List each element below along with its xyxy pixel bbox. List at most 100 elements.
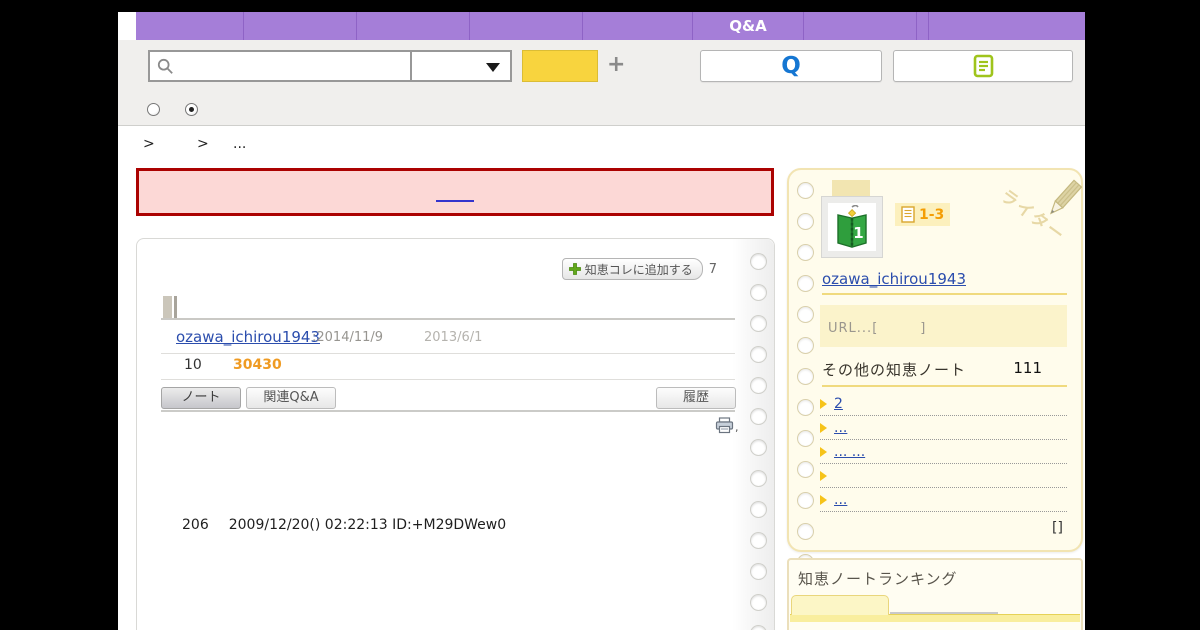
nav-item-3[interactable] (357, 12, 470, 40)
other-notes-row: その他の知恵ノート 111 (789, 359, 1085, 379)
other-notes-count: 111 (1013, 359, 1042, 377)
search-icon (157, 58, 173, 74)
ring-hole (750, 532, 767, 549)
tab-note[interactable]: ノート (161, 387, 241, 409)
ring-hole (797, 430, 814, 447)
ring-hole (750, 563, 767, 580)
green-notebook-icon: 1 (837, 205, 867, 248)
radio-option-1[interactable] (147, 103, 160, 116)
arrow-right-icon (820, 471, 827, 481)
ranking-title: 知恵ノートランキング (798, 570, 958, 588)
note-link[interactable]: 2 (834, 396, 843, 412)
title-bar-icon (174, 296, 177, 318)
ring-hole (797, 492, 814, 509)
list-item: ... (820, 488, 1067, 512)
breadcrumb-separator: > (143, 136, 155, 152)
ring-hole (797, 337, 814, 354)
page-frame: Q&A + Q > > ... 知恵コレに追加する 7 ozawa_ichiro… (118, 12, 1085, 630)
ring-hole (750, 501, 767, 518)
ring-hole (797, 244, 814, 261)
ring-hole (797, 399, 814, 416)
writer-profile-card: 1 1-3 ライター ozawa_ichirou1943 URL...[] そ… (787, 168, 1085, 571)
nav-item-qa[interactable]: Q&A (693, 12, 804, 40)
ring-hole (750, 315, 767, 332)
ring-hole (797, 306, 814, 323)
other-notes-label: その他の知恵ノート (822, 361, 967, 379)
nav-item-8[interactable] (917, 12, 929, 40)
nav-item-7[interactable] (804, 12, 917, 40)
note-range-label: 1-3 (919, 206, 945, 223)
ring-hole (797, 182, 814, 199)
post-line: 206 2009/12/20() 02:22:13 ID:+M29DWew0 (182, 517, 506, 533)
ring-hole (750, 470, 767, 487)
ranking-box: 知恵ノートランキング (787, 558, 1083, 630)
q-logo-icon: Q (781, 53, 801, 79)
list-item: ... ... (820, 440, 1067, 464)
stat-left: 10 (184, 357, 202, 373)
add-to-collection-button[interactable]: 知恵コレに追加する (561, 258, 703, 280)
breadcrumb: > > ... (118, 136, 758, 156)
book-number: 1 (853, 224, 863, 242)
collection-count: 7 (708, 261, 717, 277)
list-item (820, 464, 1067, 488)
arrow-right-icon (820, 447, 827, 457)
tab-history[interactable]: 履歴 (656, 387, 736, 409)
ring-hole (797, 275, 814, 292)
list-item: ... (820, 416, 1067, 440)
chevron-down-icon (486, 63, 500, 72)
ring-hole (797, 461, 814, 478)
nav-item-1[interactable] (136, 12, 244, 40)
nav-item-4[interactable] (470, 12, 583, 40)
divider (822, 293, 1067, 295)
top-nav: Q&A (136, 12, 1085, 40)
ring-hole (750, 594, 767, 611)
url-field-text: URL...[ ] (828, 320, 927, 336)
alert-link[interactable] (436, 197, 474, 202)
note-range-badge: 1-3 (895, 203, 951, 226)
search-input-area[interactable] (150, 52, 410, 80)
ring-hole (750, 439, 767, 456)
footer-brackets: [] (1052, 520, 1063, 536)
breadcrumb-separator: > (197, 136, 209, 152)
post-number: 206 (182, 517, 209, 533)
plus-button[interactable]: + (607, 52, 625, 78)
arrow-right-icon (820, 399, 827, 409)
print-button[interactable]: , (715, 417, 739, 434)
author-link[interactable]: ozawa_ichirou1943 (176, 328, 320, 346)
search-input[interactable] (179, 57, 410, 75)
printer-icon (715, 417, 734, 434)
nav-item-9[interactable] (929, 12, 1085, 40)
note-icon (973, 54, 993, 78)
add-to-collection-label: 知恵コレに追加する (584, 262, 693, 277)
note-section-button[interactable] (893, 50, 1073, 82)
divider (161, 410, 735, 412)
tape-decoration (832, 180, 870, 197)
note-link[interactable]: ... ... (834, 444, 865, 460)
post-meta: 2009/12/20() 02:22:13 ID:+M29DWew0 (228, 517, 507, 533)
created-date: 2013/6/1 (424, 330, 483, 345)
ranking-active-tab[interactable] (791, 595, 889, 615)
title-bar-icon (163, 296, 172, 318)
search-box (148, 50, 512, 82)
arrow-right-icon (820, 423, 827, 433)
qa-section-button[interactable]: Q (700, 50, 882, 82)
divider (161, 318, 735, 320)
radio-option-2[interactable] (185, 103, 198, 116)
other-notes-list: 2 ... ... ... ... (820, 392, 1067, 512)
divider (161, 379, 735, 380)
search-button[interactable] (522, 50, 598, 82)
sidebar-author-link[interactable]: ozawa_ichirou1943 (822, 270, 966, 288)
print-suffix: , (735, 421, 739, 434)
ring-hole (750, 408, 767, 425)
page: Q&A + Q > > ... 知恵コレに追加する 7 ozawa_ichiro… (0, 0, 1200, 630)
note-link[interactable]: ... (834, 420, 847, 436)
tab-related-qa[interactable]: 関連Q&A (246, 387, 336, 409)
nav-item-2[interactable] (244, 12, 357, 40)
ring-hole (797, 523, 814, 540)
ranking-inactive-tab-line (890, 612, 998, 614)
nav-item-5[interactable] (583, 12, 693, 40)
updated-date: :2014/11/9 (312, 330, 384, 345)
ring-hole (750, 284, 767, 301)
note-link[interactable]: ... (834, 492, 847, 508)
search-category-select[interactable] (410, 52, 510, 80)
